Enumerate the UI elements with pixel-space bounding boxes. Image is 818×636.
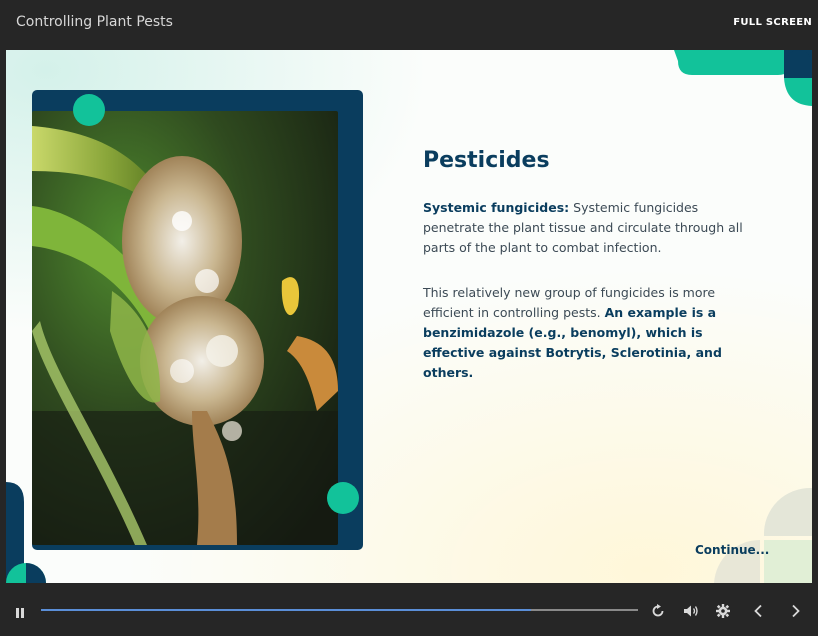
paragraph-systemic-fungicides: Systemic fungicides: Systemic fungicides… [423,198,763,258]
volume-icon[interactable] [683,603,699,622]
slide-heading: Pesticides [423,148,550,173]
continue-button[interactable]: Continue... [695,543,769,557]
settings-icon[interactable] [716,603,730,622]
paragraph-1-bold: Systemic fungicides: [423,200,570,215]
progress-fill [41,609,531,611]
decor-dot-top [73,94,105,126]
player-controls [0,583,818,636]
slide: Pesticides Systemic fungicides: Systemic… [6,50,812,583]
course-title: Controlling Plant Pests [16,14,173,30]
progress-bar[interactable] [41,609,638,611]
fullscreen-button[interactable]: FULL SCREEN [733,17,812,28]
next-slide-icon[interactable] [790,603,802,622]
paragraph-benzimidazole: This relatively new group of fungicides … [423,283,763,383]
prev-slide-icon[interactable] [752,603,764,622]
pause-icon[interactable] [14,604,26,623]
top-bar: Controlling Plant Pests FULL SCREEN [0,0,818,50]
plant-disease-photo [32,111,338,545]
decor-dot-bottom [327,482,359,514]
corner-decoration-bottom-right [714,487,812,583]
corner-decoration-top-right [674,50,812,106]
replay-icon[interactable] [651,603,665,622]
